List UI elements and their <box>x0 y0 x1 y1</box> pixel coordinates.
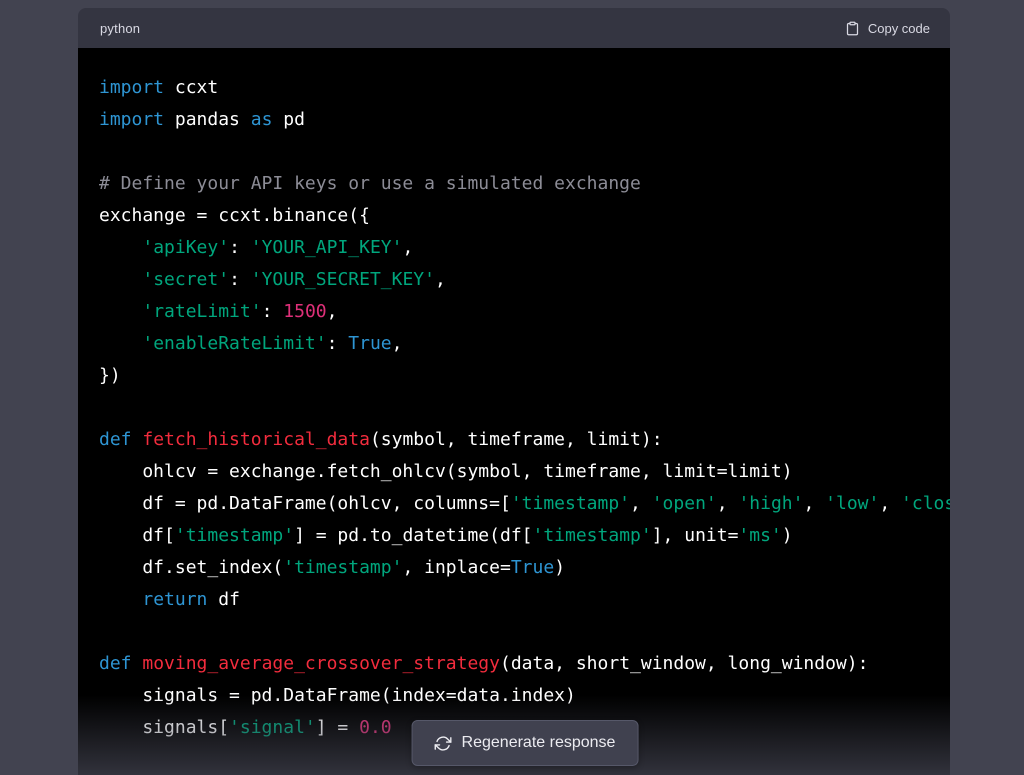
code-line: # Define your API keys or use a simulate… <box>99 168 950 200</box>
regenerate-response-label: Regenerate response <box>462 734 616 752</box>
code-block-header: python Copy code <box>78 8 950 48</box>
code-line <box>99 392 950 424</box>
code-line: df.set_index('timestamp', inplace=True) <box>99 552 950 584</box>
copy-code-button[interactable]: Copy code <box>845 21 930 36</box>
code-line: }) <box>99 360 950 392</box>
code-block: python Copy code import ccxtimport panda… <box>78 8 950 775</box>
clipboard-icon <box>845 21 860 36</box>
copy-code-label: Copy code <box>868 21 930 36</box>
code-line: exchange = ccxt.binance({ <box>99 200 950 232</box>
code-line: return df <box>99 584 950 616</box>
page: { "header": { "language_label": "python"… <box>0 0 1024 775</box>
code-line: def fetch_historical_data(symbol, timefr… <box>99 424 950 456</box>
code-content: import ccxtimport pandas as pd # Define y… <box>78 48 950 775</box>
code-line: import ccxt <box>99 72 950 104</box>
language-label: python <box>100 21 140 36</box>
code-line: 'enableRateLimit': True, <box>99 328 950 360</box>
code-line: signals = pd.DataFrame(index=data.index) <box>99 680 950 712</box>
code-line: df['timestamp'] = pd.to_datetime(df['tim… <box>99 520 950 552</box>
code-line: 'apiKey': 'YOUR_API_KEY', <box>99 232 950 264</box>
code-line: ohlcv = exchange.fetch_ohlcv(symbol, tim… <box>99 456 950 488</box>
regenerate-response-button[interactable]: Regenerate response <box>412 720 639 766</box>
code-line: 'secret': 'YOUR_SECRET_KEY', <box>99 264 950 296</box>
code-line <box>99 136 950 168</box>
code-line <box>99 616 950 648</box>
code-line: 'rateLimit': 1500, <box>99 296 950 328</box>
code-line: def moving_average_crossover_strategy(da… <box>99 648 950 680</box>
code-line: df = pd.DataFrame(ohlcv, columns=['times… <box>99 488 950 520</box>
regenerate-icon <box>435 735 452 752</box>
code-line: import pandas as pd <box>99 104 950 136</box>
